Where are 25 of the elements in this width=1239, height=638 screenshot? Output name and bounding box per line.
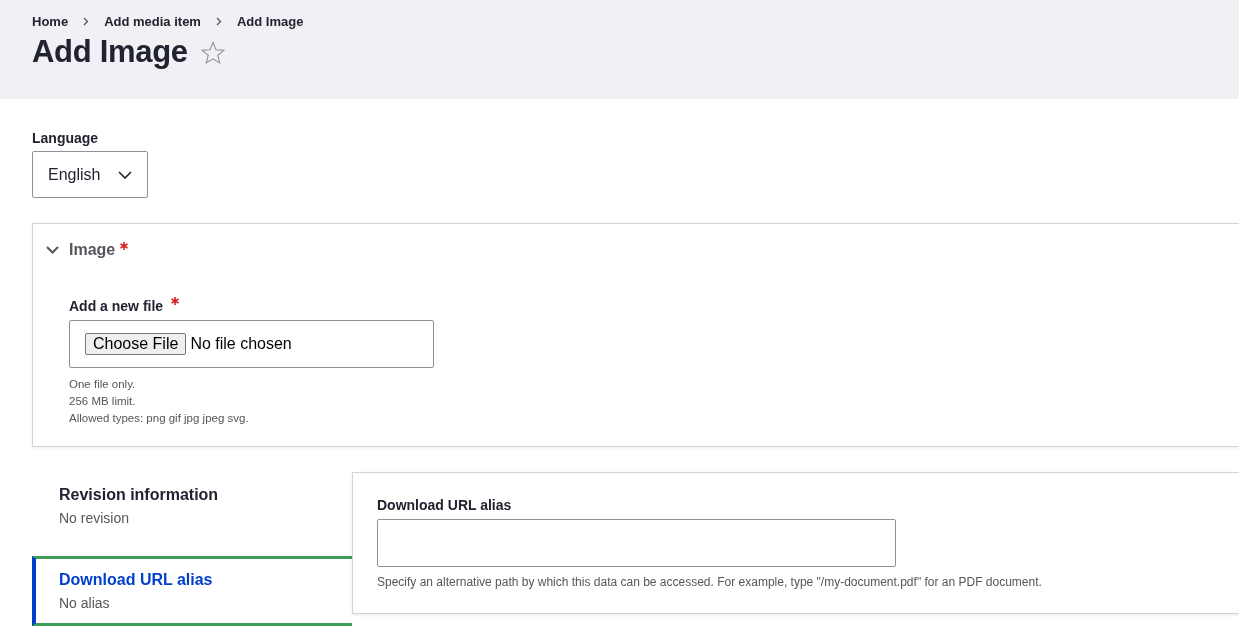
breadcrumb-link[interactable]: Add media item [104, 14, 201, 29]
alias-input-field[interactable] [377, 519, 896, 567]
file-input[interactable]: Choose File No file chosen [69, 320, 434, 368]
help-text: 256 MB limit. [69, 394, 137, 409]
help-text: Allowed types: png gif jpg jpeg svg. [69, 411, 250, 426]
chevron-right-icon [83, 17, 90, 26]
breadcrumb-link[interactable]: Add Image [236, 14, 304, 29]
choose-file-button[interactable]: Choose File [85, 333, 187, 355]
details-summary[interactable]: Image [33, 224, 1239, 260]
star-icon[interactable] [200, 40, 225, 64]
chevron-down-icon [118, 170, 132, 179]
field-label: Language [32, 130, 100, 146]
language-select[interactable]: English [32, 151, 148, 198]
page-title: Add Image [32, 34, 188, 70]
chevron-right-icon [215, 17, 222, 26]
file-status: No file chosen [190, 335, 292, 353]
field-label: Download URL alias [377, 497, 513, 513]
vertical-tab[interactable]: Revision information No revision [36, 486, 352, 542]
field-label: Add a new file [69, 298, 164, 314]
chevron-down-icon [46, 246, 59, 254]
breadcrumb-link[interactable]: Home [32, 14, 69, 29]
help-text: One file only. [69, 377, 137, 392]
vertical-tab[interactable]: Download URL alias No alias [32, 556, 352, 626]
details-title: Image [69, 241, 116, 259]
field-description: Specify an alternative path by which this data can be accessed. For example, type "/my-document.pdf" for an PDF document. [377, 575, 1043, 589]
